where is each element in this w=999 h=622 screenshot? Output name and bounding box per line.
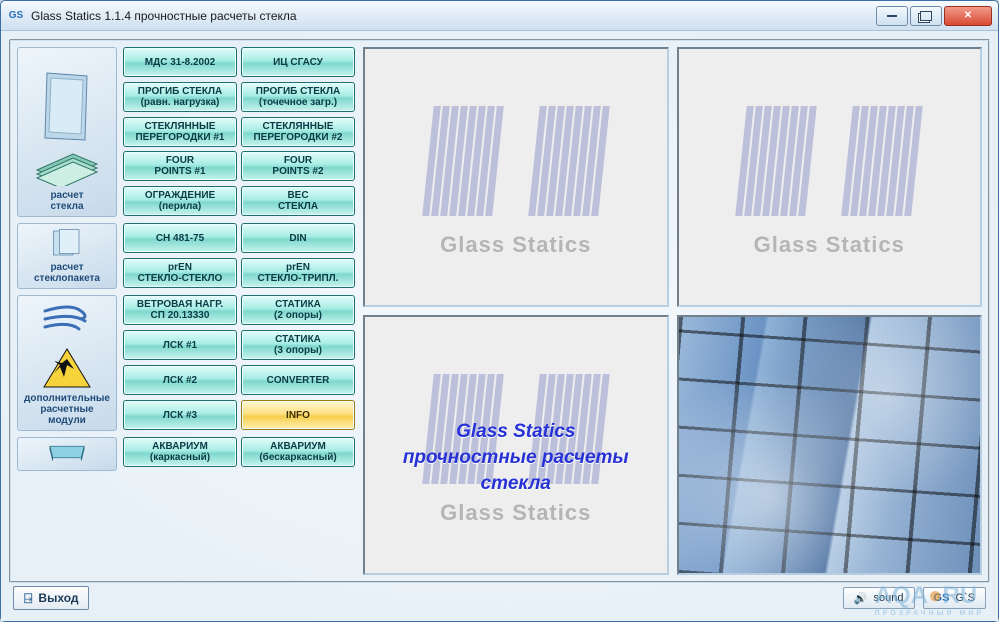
client-area: расчет стекла МДС 31-8.2002ИЦ СГАСУПРОГИ… [1,31,998,621]
glass-button-0[interactable]: МДС 31-8.2002 [123,47,237,77]
speaker-icon: 🔊 [854,592,868,605]
window-controls [876,6,992,26]
preview-panel-2: Glass Statics [677,47,983,307]
gs-glyph-icon [415,96,511,226]
section-extra-icon: дополнительные расчетные модули [17,295,117,431]
section-unit: расчет стеклопакета СН 481-75DINprEN СТЕ… [17,223,355,289]
window-title: Glass Statics 1.1.4 прочностные расчеты … [31,9,876,23]
section-unit-icon: расчет стеклопакета [17,223,117,289]
section-glass: расчет стекла МДС 31-8.2002ИЦ СГАСУПРОГИ… [17,47,355,217]
gs-label: G`S [955,592,975,604]
right-panel: Glass Statics Glass Statics Glass Static… [363,47,982,575]
extra-button-4[interactable]: ЛСК #2 [123,365,237,395]
glass-button-8[interactable]: ОГРАЖДЕНИЕ (перила) [123,186,237,216]
glass-pane-icon [37,68,97,148]
extra-buttons: ВЕТРОВАЯ НАГР. СП 20.13330СТАТИКА (2 опо… [123,295,355,431]
exit-icon [24,590,32,607]
titlebar: GS Glass Statics 1.1.4 прочностные расче… [1,1,998,31]
gs-caption: Glass Statics [440,500,591,526]
building-facade-icon [679,317,981,573]
section-extra: дополнительные расчетные модули ВЕТРОВАЯ… [17,295,355,431]
unit-button-1[interactable]: DIN [241,223,355,253]
gs-caption: Glass Statics [440,232,591,258]
exit-button[interactable]: Выход [13,586,89,610]
glass-button-2[interactable]: ПРОГИБ СТЕКЛА (равн. нагрузка) [123,82,237,112]
left-panel: расчет стекла МДС 31-8.2002ИЦ СГАСУПРОГИ… [17,47,355,575]
gs-button[interactable]: GS G`S [923,587,986,609]
app-tagline: Glass Statics прочностные расчеты стекла [365,419,667,496]
gs-caption: Glass Statics [754,232,905,258]
close-button[interactable] [944,6,992,26]
explosion-icon [42,347,92,389]
extra-button-6[interactable]: ЛСК #3 [123,400,237,430]
section-aquarium: АКВАРИУМ (каркасный)АКВАРИУМ (бескаркасн… [17,437,355,471]
gs-glyph-icon [728,96,824,226]
minimize-button[interactable] [876,6,908,26]
glass-button-3[interactable]: ПРОГИБ СТЕКЛА (точечное загр.) [241,82,355,112]
gs-glyph-icon [834,96,930,226]
main-frame: расчет стекла МДС 31-8.2002ИЦ СГАСУПРОГИ… [9,39,990,583]
section-extra-label: дополнительные расчетные модули [24,393,110,426]
glass-button-7[interactable]: FOUR POINTS #2 [241,151,355,181]
extra-button-3[interactable]: СТАТИКА (3 опоры) [241,330,355,360]
gs-glyph-icon [521,96,617,226]
unit-buttons: СН 481-75DINprEN СТЕКЛО-СТЕКЛОprEN СТЕКЛ… [123,223,355,289]
aquarium-buttons: АКВАРИУМ (каркасный)АКВАРИУМ (бескаркасн… [123,437,355,471]
preview-panel-1: Glass Statics [363,47,669,307]
exit-label: Выход [38,591,78,605]
aquarium-icon [37,442,97,462]
gs-icon: GS [934,592,950,604]
extra-button-7[interactable]: INFO [241,400,355,430]
glass-button-9[interactable]: ВЕС СТЕКЛА [241,186,355,216]
glass-button-5[interactable]: СТЕКЛЯННЫЕ ПЕРЕГОРОДКИ #2 [241,117,355,147]
wind-icon [41,301,93,335]
app-logo-icon: GS [7,9,25,23]
aquarium-button-1[interactable]: АКВАРИУМ (бескаркасный) [241,437,355,467]
extra-button-1[interactable]: СТАТИКА (2 опоры) [241,295,355,325]
sound-button[interactable]: 🔊 sound [843,587,915,609]
glass-buttons: МДС 31-8.2002ИЦ СГАСУПРОГИБ СТЕКЛА (равн… [123,47,355,217]
unit-button-3[interactable]: prEN СТЕКЛО-ТРИПЛ. [241,258,355,288]
preview-panel-3: Glass Statics Glass Statics прочностные … [363,315,669,575]
section-glass-label: расчет стекла [50,190,83,212]
footer: Выход 🔊 sound GS G`S [9,583,990,613]
restore-button[interactable] [910,6,942,26]
extra-button-2[interactable]: ЛСК #1 [123,330,237,360]
preview-panel-4 [677,315,983,575]
unit-button-0[interactable]: СН 481-75 [123,223,237,253]
extra-button-5[interactable]: CONVERTER [241,365,355,395]
section-aquarium-icon [17,437,117,471]
glass-button-1[interactable]: ИЦ СГАСУ [241,47,355,77]
aquarium-button-0[interactable]: АКВАРИУМ (каркасный) [123,437,237,467]
glass-stack-icon [33,146,101,186]
unit-button-2[interactable]: prEN СТЕКЛО-СТЕКЛО [123,258,237,288]
insulated-glass-icon [43,228,91,258]
sound-label: sound [874,592,904,604]
section-unit-label: расчет стеклопакета [34,262,100,284]
glass-button-6[interactable]: FOUR POINTS #1 [123,151,237,181]
section-glass-icon: расчет стекла [17,47,117,217]
extra-button-0[interactable]: ВЕТРОВАЯ НАГР. СП 20.13330 [123,295,237,325]
app-window: GS Glass Statics 1.1.4 прочностные расче… [0,0,999,622]
glass-button-4[interactable]: СТЕКЛЯННЫЕ ПЕРЕГОРОДКИ #1 [123,117,237,147]
